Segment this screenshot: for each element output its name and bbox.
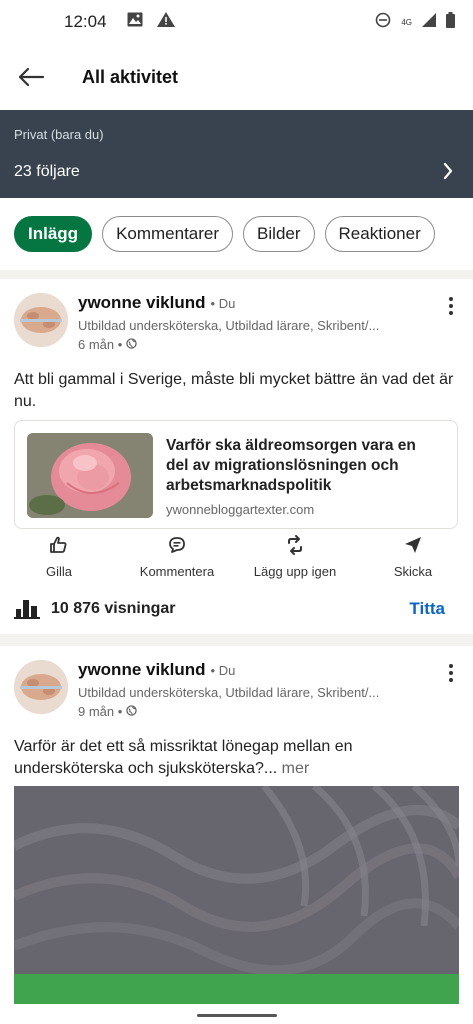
- repost-label: Lägg upp igen: [253, 564, 337, 579]
- network-type: 4G: [401, 17, 412, 27]
- send-button[interactable]: Skicka: [358, 535, 468, 579]
- like-button[interactable]: Gilla: [4, 535, 114, 579]
- gesture-handle[interactable]: [197, 1014, 277, 1017]
- privacy-label: Privat (bara du): [14, 127, 104, 142]
- status-time: 12:04: [64, 12, 107, 31]
- author-headline: Utbildad undersköterska, Utbildad lärare…: [78, 318, 380, 333]
- author-headline: Utbildad undersköterska, Utbildad lärare…: [78, 685, 380, 700]
- views-count: 10 876 visningar: [51, 600, 176, 617]
- post-text: Varför är det ett så missriktat lönegap …: [14, 736, 454, 780]
- view-analytics-button[interactable]: Titta: [409, 599, 445, 619]
- post-image[interactable]: [14, 786, 459, 1010]
- repost-button[interactable]: Lägg upp igen: [240, 535, 350, 579]
- image-notification-icon: [127, 12, 143, 32]
- app-bar: All aktivitet: [0, 44, 473, 110]
- filter-chip-posts[interactable]: Inlägg: [14, 216, 93, 252]
- post-card: ywonne viklund • Du Utbildad undersköter…: [0, 279, 473, 634]
- avatar[interactable]: [14, 660, 68, 714]
- more-options-icon[interactable]: [443, 297, 459, 321]
- send-label: Skicka: [393, 564, 433, 579]
- more-options-icon[interactable]: [443, 664, 459, 688]
- filter-chip-reactions[interactable]: Reaktioner: [324, 216, 435, 252]
- author-badge: • Du: [210, 663, 236, 678]
- comment-button[interactable]: Kommentera: [122, 535, 232, 579]
- filter-chip-images[interactable]: Bilder: [243, 216, 315, 252]
- chevron-right-icon: [443, 162, 453, 185]
- post-time: 9 mån •: [78, 704, 123, 719]
- repost-icon: [285, 535, 305, 560]
- followers-count: 23 följare: [14, 163, 80, 180]
- filter-chips: Inlägg Kommentarer Bilder Reaktioner: [0, 198, 473, 270]
- author-name[interactable]: ywonne viklund: [78, 660, 206, 680]
- author-name[interactable]: ywonne viklund: [78, 293, 206, 313]
- avatar[interactable]: [14, 293, 68, 347]
- status-bar: 12:04 4G: [0, 0, 473, 44]
- link-domain: ywonnebloggartexter.com: [166, 502, 315, 517]
- post-card: ywonne viklund • Du Utbildad undersköter…: [0, 646, 473, 1012]
- privacy-banner[interactable]: Privat (bara du) 23 följare: [0, 110, 473, 198]
- thumbs-up-icon: [49, 535, 69, 560]
- filter-chip-comments[interactable]: Kommentarer: [102, 216, 234, 252]
- post-text: Att bli gammal i Sverige, måste bli myck…: [14, 371, 454, 410]
- globe-icon: [126, 337, 137, 352]
- link-title: Varför ska äldreomsorgen vara en del av …: [166, 437, 416, 494]
- post-analytics: 10 876 visningar Titta: [0, 593, 473, 629]
- see-more-link[interactable]: mer: [277, 760, 310, 777]
- signal-icon: [422, 12, 436, 32]
- like-label: Gilla: [45, 564, 72, 579]
- link-preview-card[interactable]: Varför ska äldreomsorgen vara en del av …: [14, 420, 458, 529]
- comment-icon: [167, 535, 187, 560]
- page-title: All aktivitet: [82, 66, 179, 87]
- link-thumbnail: [27, 433, 153, 518]
- analytics-bar-icon: [14, 597, 40, 624]
- author-badge: • Du: [210, 296, 236, 311]
- back-arrow-icon[interactable]: [0, 44, 62, 110]
- send-icon: [403, 535, 423, 560]
- comment-label: Kommentera: [139, 564, 215, 579]
- dnd-icon: [375, 12, 391, 33]
- post-actions: Gilla Kommentera Lägg upp igen Skicka: [0, 535, 473, 585]
- post-time: 6 mån •: [78, 337, 123, 352]
- warning-icon: [156, 12, 175, 32]
- battery-icon: [446, 11, 455, 33]
- globe-icon: [126, 704, 137, 719]
